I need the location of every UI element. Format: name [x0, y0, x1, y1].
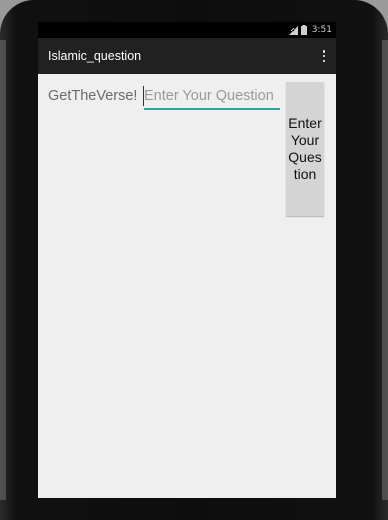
device-edge-left	[0, 40, 6, 500]
action-bar: Islamic_question	[38, 38, 336, 74]
battery-icon	[300, 25, 307, 35]
enter-question-button-label: Enter Your Question	[288, 115, 322, 182]
signal-icon	[288, 25, 298, 35]
verse-label: GetTheVerse!	[48, 88, 138, 104]
screen: 3:51 Islamic_question GetTheVerse! Enter…	[38, 22, 336, 498]
status-icons: 3:51	[288, 23, 332, 37]
enter-question-button[interactable]: Enter Your Question	[286, 82, 324, 216]
question-input[interactable]	[144, 84, 280, 110]
status-time: 3:51	[311, 25, 332, 35]
device-edge-right	[382, 40, 388, 500]
overflow-menu-icon[interactable]	[322, 50, 326, 62]
device-frame: 3:51 Islamic_question GetTheVerse! Enter…	[0, 0, 388, 520]
app-title: Islamic_question	[48, 49, 142, 63]
status-bar: 3:51	[38, 22, 336, 38]
